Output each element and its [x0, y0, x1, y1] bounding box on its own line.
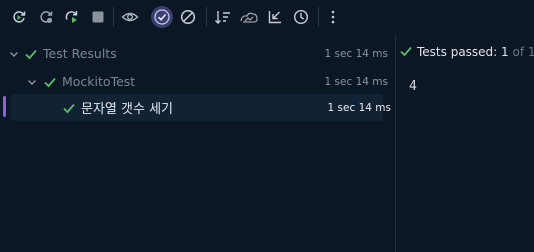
rerun-icon[interactable]	[8, 6, 30, 28]
console-pane: Tests passed: 1 of 1 t 4	[396, 34, 534, 252]
selection-marker	[3, 96, 6, 117]
stop-icon[interactable]	[87, 6, 109, 28]
test-runner-window: Test Results 1 sec 14 ms MockitoTest 1 s…	[0, 0, 534, 252]
chevron-down-icon[interactable]	[26, 76, 38, 88]
passed-count: 1	[501, 45, 509, 59]
tree-row-test-results[interactable]: Test Results 1 sec 14 ms	[0, 40, 392, 67]
tree-row-test-method[interactable]: 문자열 갯수 세기 1 sec 14 ms	[11, 94, 391, 121]
duration-label: 1 sec 14 ms	[324, 75, 388, 88]
tree-label: MockitoTest	[62, 74, 136, 89]
check-icon	[44, 77, 56, 87]
test-tree: Test Results 1 sec 14 ms MockitoTest 1 s…	[0, 34, 395, 252]
hide-excluded-icon[interactable]	[177, 6, 199, 28]
duration-label: 1 sec 14 ms	[324, 47, 388, 60]
history-icon[interactable]	[290, 6, 312, 28]
duration-label: 1 sec 14 ms	[327, 101, 391, 114]
check-icon	[400, 46, 412, 57]
more-icon[interactable]	[322, 6, 344, 28]
check-icon	[63, 103, 75, 113]
toolbar	[0, 0, 534, 34]
status-label: Tests passed:	[417, 45, 498, 59]
tests-passed-status: Tests passed: 1 of 1 t	[417, 45, 534, 59]
console-header: Tests passed: 1 of 1 t	[396, 34, 534, 68]
tree-label: 문자열 갯수 세기	[81, 102, 173, 117]
toolbar-separator	[113, 7, 114, 27]
total-count: of 1 t	[512, 45, 534, 59]
tree-label: Test Results	[43, 46, 117, 61]
show-ignored-icon[interactable]	[151, 6, 173, 28]
sort-icon[interactable]	[212, 6, 234, 28]
rerun-failed-icon[interactable]	[35, 6, 57, 28]
console-output[interactable]: 4	[409, 79, 417, 94]
toolbar-separator	[318, 7, 319, 27]
check-icon	[25, 49, 37, 59]
show-passed-icon[interactable]	[119, 6, 141, 28]
toolbar-separator	[206, 7, 207, 27]
tree-row-mockitotest[interactable]: MockitoTest 1 sec 14 ms	[0, 68, 392, 95]
import-tests-icon[interactable]	[238, 6, 260, 28]
chevron-down-icon[interactable]	[8, 48, 20, 60]
rerun-updated-icon[interactable]	[61, 6, 83, 28]
collapse-icon[interactable]	[264, 6, 286, 28]
